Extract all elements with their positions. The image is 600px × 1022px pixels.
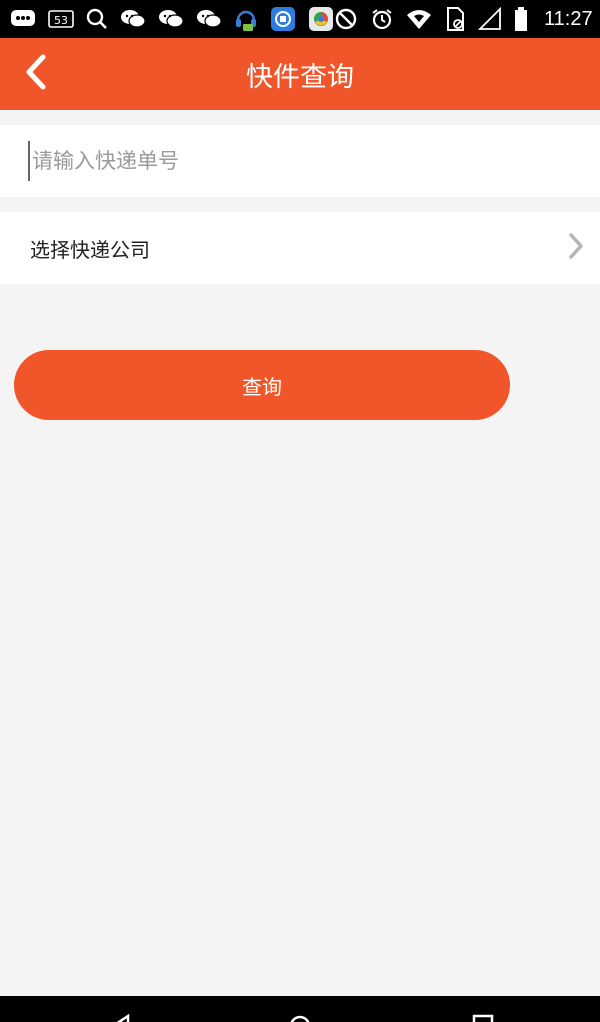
sim-card-icon <box>444 6 466 32</box>
back-button[interactable] <box>14 52 58 96</box>
chevron-left-icon <box>23 54 49 94</box>
select-company-label: 选择快递公司 <box>30 237 150 262</box>
search-icon <box>86 8 108 30</box>
status-bar-right: 11:27 <box>334 6 593 32</box>
headset-icon <box>234 6 258 32</box>
status-bar: 53 11:27 <box>0 0 600 38</box>
recents-icon[interactable] <box>472 1014 494 1022</box>
tracking-number-row <box>0 125 600 197</box>
do-not-disturb-icon <box>334 7 358 31</box>
app-bar: 快件查询 <box>0 38 600 110</box>
navigation-bar <box>0 996 600 1022</box>
wechat-icon <box>158 8 184 30</box>
chevron-right-icon <box>566 231 586 265</box>
app-square-icon <box>270 6 296 32</box>
notification-count-badge: 53 <box>48 9 74 29</box>
status-bar-left: 53 <box>10 6 334 32</box>
wechat-icon <box>196 8 222 30</box>
tracking-number-input[interactable] <box>28 141 568 181</box>
status-time: 11:27 <box>544 7 593 30</box>
query-button[interactable]: 查询 <box>14 350 510 420</box>
wechat-icon <box>120 8 146 30</box>
select-company-row[interactable]: 选择快递公司 <box>0 212 600 284</box>
chat-bubble-icon <box>10 8 36 30</box>
alarm-icon <box>370 7 394 31</box>
battery-icon <box>514 6 528 32</box>
notification-count-text: 53 <box>54 14 68 27</box>
page-title: 快件查询 <box>246 61 354 93</box>
home-icon[interactable] <box>288 1014 312 1022</box>
wifi-icon <box>406 8 432 30</box>
cell-signal-icon <box>478 7 502 31</box>
browser-icon <box>308 6 334 32</box>
back-icon[interactable] <box>112 1013 132 1022</box>
